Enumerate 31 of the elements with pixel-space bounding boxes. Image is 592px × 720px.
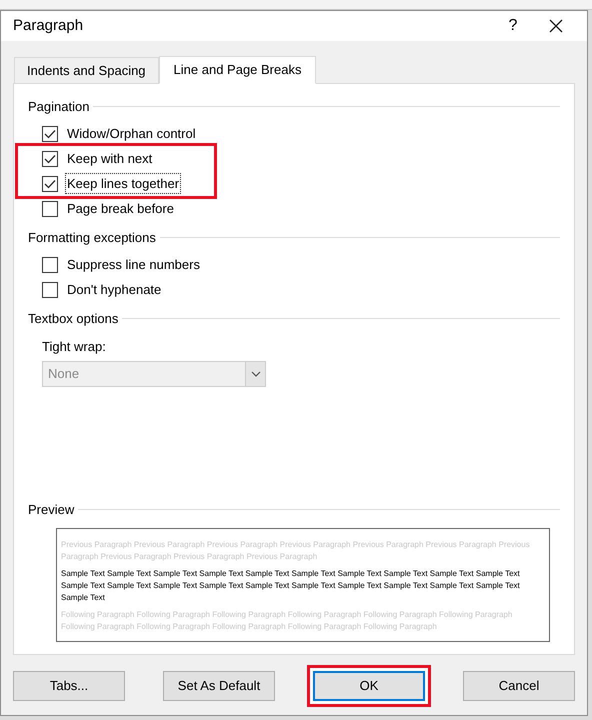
checkbox-label[interactable]: Keep with next xyxy=(65,148,154,170)
dialog-button[interactable]: Set As Default xyxy=(163,671,275,701)
checkbox[interactable] xyxy=(42,176,58,192)
checkbox[interactable] xyxy=(42,126,58,142)
tab[interactable]: Line and Page Breaks xyxy=(158,56,316,84)
dialog-button[interactable]: Tabs... xyxy=(13,671,125,701)
checkbox[interactable] xyxy=(42,200,58,216)
checkbox-label[interactable]: Keep lines together xyxy=(65,172,182,194)
chevron-down-icon xyxy=(250,370,260,376)
section-heading: Pagination xyxy=(28,98,90,116)
section-heading: Preview xyxy=(28,500,74,519)
window-title: Paragraph xyxy=(13,16,84,36)
checkmark-icon xyxy=(44,128,56,138)
checkbox-label[interactable]: Widow/Orphan control xyxy=(65,122,198,144)
checkbox[interactable] xyxy=(42,150,58,166)
tab[interactable]: Indents and Spacing xyxy=(14,57,159,83)
checkbox[interactable] xyxy=(42,282,58,298)
close-icon xyxy=(549,19,563,33)
section-heading: Textbox options xyxy=(28,310,118,328)
checkbox-label[interactable]: Don't hyphenate xyxy=(65,278,164,300)
checkmark-icon xyxy=(44,154,56,164)
checkbox-label[interactable]: Page break before xyxy=(65,198,176,220)
dialog-button[interactable]: OK xyxy=(313,671,425,701)
dialog-button[interactable]: Cancel xyxy=(463,671,575,701)
section-heading: Formatting exceptions xyxy=(28,228,156,247)
help-button[interactable]: ? xyxy=(493,12,533,40)
field-label: Tight wrap: xyxy=(42,338,107,356)
preview-text: Sample Text Sample Text Sample Text Sample Text Sample Text Sample Text Sample Text Sample Text Sample Text Sample Text Sample Text Sample Text Sample Text Sample Text Sample Text Sample Text Sample Text Sample Text Sample Text Sample Text Sample Text xyxy=(61,568,521,604)
checkbox[interactable] xyxy=(42,256,58,272)
checkmark-icon xyxy=(44,178,56,188)
checkbox-label[interactable]: Suppress line numbers xyxy=(65,254,202,276)
